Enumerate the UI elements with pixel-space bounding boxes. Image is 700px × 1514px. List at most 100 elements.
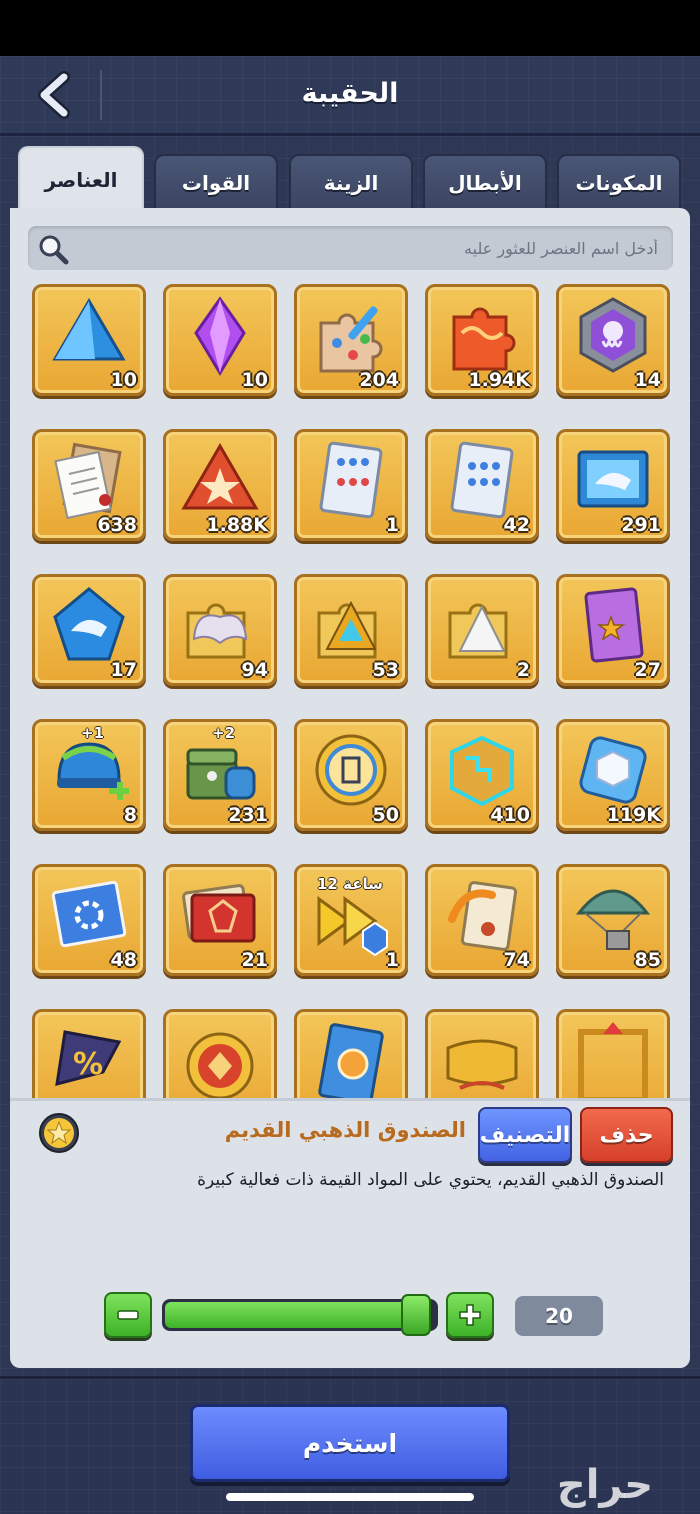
purple-crystal-icon bbox=[194, 296, 246, 376]
item-count: 1 bbox=[385, 949, 399, 971]
star-icon[interactable] bbox=[38, 1112, 80, 1154]
item-count: 17 bbox=[110, 659, 137, 681]
item-slot[interactable] bbox=[556, 1009, 670, 1098]
detail-divider bbox=[10, 1098, 690, 1101]
use-button[interactable]: استخدم bbox=[190, 1404, 510, 1482]
top-bar: الحقيبة bbox=[0, 56, 700, 136]
sort-button[interactable]: التصنيف bbox=[478, 1107, 572, 1163]
item-count: 410 bbox=[490, 804, 530, 826]
item-slot[interactable]: 42 bbox=[425, 429, 539, 541]
item-slot[interactable]: 119K bbox=[556, 719, 670, 831]
search-bar bbox=[28, 226, 673, 270]
cube-crystal-icon bbox=[579, 736, 647, 804]
item-count: 21 bbox=[241, 949, 268, 971]
item-count: 27 bbox=[634, 659, 661, 681]
slider-handle[interactable] bbox=[401, 1294, 431, 1336]
octopus-badge-icon bbox=[579, 297, 647, 373]
item-count: 1.88K bbox=[206, 514, 268, 536]
decrease-button[interactable] bbox=[104, 1292, 152, 1338]
item-slot[interactable]: 85 bbox=[556, 864, 670, 976]
tab-heroes[interactable]: الأبطال bbox=[423, 154, 547, 210]
item-count: 10 bbox=[241, 369, 268, 391]
item-count: 53 bbox=[372, 659, 399, 681]
item-slot[interactable]: 1.88K bbox=[163, 429, 277, 541]
item-grid: 14 1.94K 204 10 10 291 42 1 1.88K 638 27… bbox=[10, 284, 690, 1098]
quantity-slider[interactable] bbox=[162, 1299, 438, 1331]
gold-banner-icon bbox=[446, 1039, 518, 1090]
item-slot[interactable]: 1.94K bbox=[425, 284, 539, 396]
search-input[interactable] bbox=[78, 226, 658, 270]
search-icon[interactable] bbox=[36, 232, 70, 266]
shark-scroll-icon bbox=[577, 450, 649, 508]
item-slot[interactable]: 48 bbox=[32, 864, 146, 976]
blue-card-icon bbox=[318, 1023, 384, 1098]
item-slot[interactable]: 17 bbox=[32, 574, 146, 686]
item-slot[interactable]: 74 bbox=[425, 864, 539, 976]
puzzle-piece-icon bbox=[452, 307, 516, 371]
item-slot[interactable]: +1 8 bbox=[32, 719, 146, 831]
tent-puzzle-icon bbox=[448, 603, 508, 659]
wings-puzzle-icon bbox=[186, 603, 248, 659]
star-badge-icon bbox=[181, 443, 259, 510]
item-slot[interactable]: 410 bbox=[425, 719, 539, 831]
item-slot[interactable]: 204 bbox=[294, 284, 408, 396]
item-slot[interactable]: 50 bbox=[294, 719, 408, 831]
item-count: 10 bbox=[110, 369, 137, 391]
tab-decorations[interactable]: الزينة bbox=[289, 154, 413, 210]
item-badge: 12 ساعة bbox=[317, 875, 383, 893]
item-slot[interactable]: 10 bbox=[32, 284, 146, 396]
item-count: 85 bbox=[634, 949, 661, 971]
item-count: 1.94K bbox=[468, 369, 530, 391]
page-title: الحقيبة bbox=[301, 78, 399, 109]
purple-card-icon bbox=[584, 587, 644, 663]
red-coin-icon bbox=[186, 1032, 254, 1098]
tab-items[interactable]: العناصر bbox=[18, 146, 144, 212]
gear-blueprint-icon bbox=[51, 880, 127, 948]
item-count: 48 bbox=[110, 949, 137, 971]
item-badge: +1 bbox=[81, 724, 105, 742]
item-slot[interactable]: 21 bbox=[163, 864, 277, 976]
minus-icon bbox=[117, 1310, 139, 1320]
item-count: 231 bbox=[228, 804, 268, 826]
item-slot[interactable]: 94 bbox=[163, 574, 277, 686]
item-description: الصندوق الذهبي القديم، يحتوي على المواد … bbox=[197, 1170, 664, 1190]
item-count: 8 bbox=[123, 804, 137, 826]
gold-puzzle-icon bbox=[317, 600, 377, 659]
red-card-icon bbox=[182, 884, 256, 943]
item-slot[interactable]: 27 bbox=[556, 574, 670, 686]
percent-flag-icon: % bbox=[55, 1030, 122, 1087]
status-bar bbox=[0, 0, 700, 56]
item-slot[interactable] bbox=[163, 1009, 277, 1098]
gold-coin-icon bbox=[315, 734, 387, 806]
item-count: 638 bbox=[97, 514, 137, 536]
tab-components[interactable]: المكونات bbox=[557, 154, 681, 210]
item-slot[interactable]: 2 bbox=[425, 574, 539, 686]
parachute-crate-icon bbox=[575, 889, 651, 950]
home-indicator bbox=[226, 1493, 474, 1501]
item-slot[interactable] bbox=[294, 1009, 408, 1098]
plus-icon bbox=[459, 1304, 481, 1326]
item-count: 74 bbox=[503, 949, 530, 971]
item-count: 204 bbox=[359, 369, 399, 391]
item-slot[interactable]: +2 231 bbox=[163, 719, 277, 831]
tab-bar: المكونات الأبطال الزينة القوات العناصر bbox=[0, 146, 700, 212]
tab-troops[interactable]: القوات bbox=[154, 154, 278, 210]
item-slot[interactable]: 14 bbox=[556, 284, 670, 396]
item-slot[interactable]: 12 ساعة 1 bbox=[294, 864, 408, 976]
item-count: 1 bbox=[385, 514, 399, 536]
blueprint-scroll-icon bbox=[319, 441, 383, 519]
item-count: 14 bbox=[634, 369, 661, 391]
item-slot[interactable]: 638 bbox=[32, 429, 146, 541]
delete-button[interactable]: حذف bbox=[580, 1107, 673, 1163]
item-slot[interactable]: 10 bbox=[163, 284, 277, 396]
item-slot[interactable]: % bbox=[32, 1009, 146, 1098]
item-slot[interactable]: 291 bbox=[556, 429, 670, 541]
quantity-value[interactable]: 20 bbox=[515, 1296, 603, 1336]
glowing-cube-icon bbox=[450, 735, 514, 807]
orange-scroll-icon bbox=[448, 881, 518, 951]
increase-button[interactable] bbox=[446, 1292, 494, 1338]
item-slot[interactable] bbox=[425, 1009, 539, 1098]
item-slot[interactable]: 53 bbox=[294, 574, 408, 686]
watermark-logo: حراج bbox=[556, 1462, 654, 1508]
item-slot[interactable]: 1 bbox=[294, 429, 408, 541]
